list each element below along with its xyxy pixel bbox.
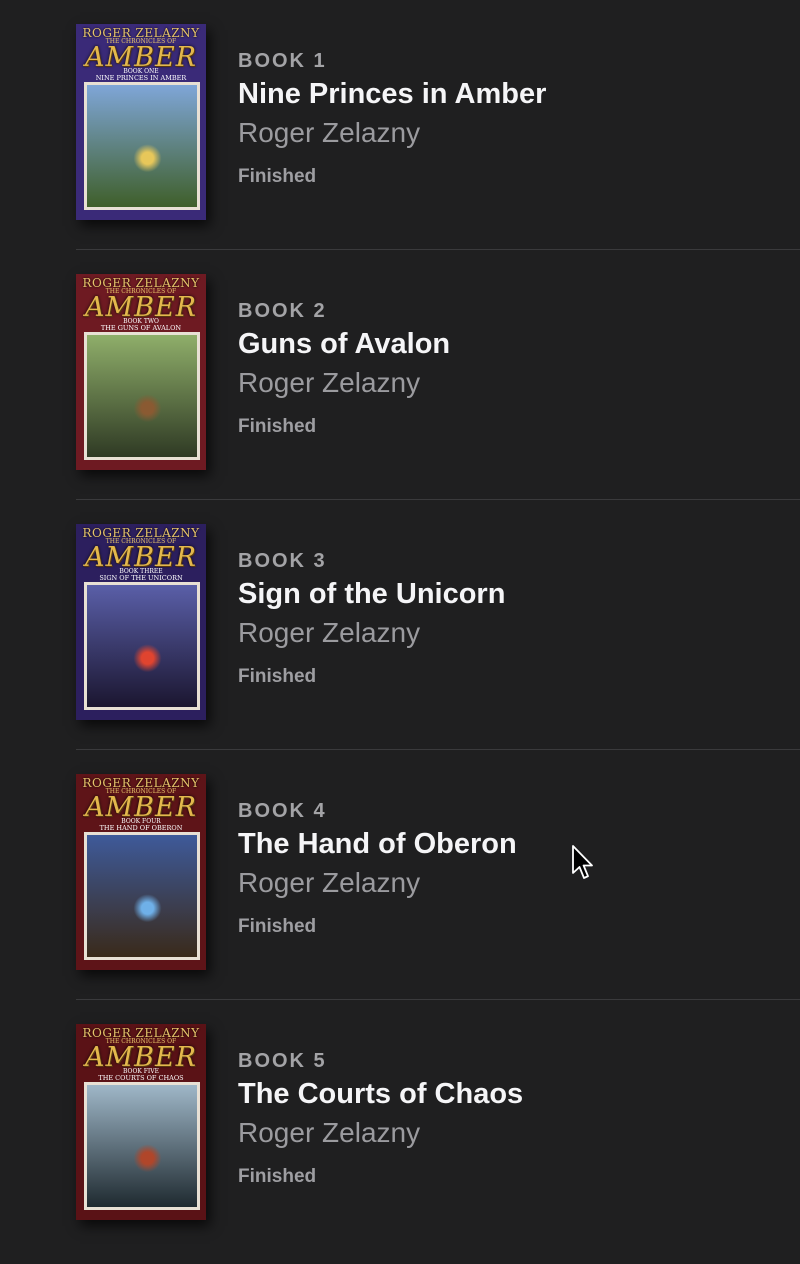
book-meta: BOOK 2 Guns of Avalon Roger Zelazny Fini… bbox=[238, 298, 450, 439]
book-title[interactable]: Sign of the Unicorn bbox=[238, 576, 505, 612]
book-meta: BOOK 1 Nine Princes in Amber Roger Zelaz… bbox=[238, 48, 546, 189]
book-meta: BOOK 3 Sign of the Unicorn Roger Zelazny… bbox=[238, 548, 505, 689]
book-status: Finished bbox=[238, 666, 317, 687]
cover-art bbox=[84, 582, 200, 710]
cover-art bbox=[84, 332, 200, 460]
book-status: Finished bbox=[238, 166, 317, 187]
book-series-list: ROGER ZELAZNY THE CHRONICLES OF AMBER BO… bbox=[0, 0, 800, 1264]
book-cover[interactable]: ROGER ZELAZNY THE CHRONICLES OF AMBER BO… bbox=[76, 524, 206, 720]
cover-art bbox=[84, 82, 200, 210]
book-meta: BOOK 5 The Courts of Chaos Roger Zelazny… bbox=[238, 1048, 523, 1189]
book-row[interactable]: ROGER ZELAZNY THE CHRONICLES OF AMBER BO… bbox=[76, 750, 800, 1000]
book-author[interactable]: Roger Zelazny bbox=[238, 865, 517, 901]
book-number-label: BOOK 3 bbox=[238, 550, 327, 572]
cover-art bbox=[84, 1082, 200, 1210]
book-row[interactable]: ROGER ZELAZNY THE CHRONICLES OF AMBER BO… bbox=[76, 250, 800, 500]
book-number-label: BOOK 1 bbox=[238, 50, 327, 72]
cover-subtitle-text: NINE PRINCES IN AMBER bbox=[95, 74, 187, 82]
arrow-cursor-icon bbox=[572, 845, 593, 879]
book-status: Finished bbox=[238, 416, 317, 437]
book-number-label: BOOK 5 bbox=[238, 1050, 327, 1072]
book-row[interactable]: ROGER ZELAZNY THE CHRONICLES OF AMBER BO… bbox=[76, 500, 800, 750]
book-row[interactable]: ROGER ZELAZNY THE CHRONICLES OF AMBER BO… bbox=[76, 0, 800, 250]
cover-subtitle-text: THE HAND OF OBERON bbox=[99, 824, 183, 832]
book-cover[interactable]: ROGER ZELAZNY THE CHRONICLES OF AMBER BO… bbox=[76, 1024, 206, 1220]
book-author[interactable]: Roger Zelazny bbox=[238, 115, 546, 151]
book-status: Finished bbox=[238, 916, 317, 937]
book-row[interactable]: ROGER ZELAZNY THE CHRONICLES OF AMBER BO… bbox=[76, 1000, 800, 1250]
book-number-label: BOOK 4 bbox=[238, 800, 327, 822]
book-title[interactable]: The Hand of Oberon bbox=[238, 826, 517, 862]
book-title[interactable]: Guns of Avalon bbox=[238, 326, 450, 362]
book-author[interactable]: Roger Zelazny bbox=[238, 615, 505, 651]
book-author[interactable]: Roger Zelazny bbox=[238, 1115, 523, 1151]
book-title[interactable]: Nine Princes in Amber bbox=[238, 76, 546, 112]
book-cover[interactable]: ROGER ZELAZNY THE CHRONICLES OF AMBER BO… bbox=[76, 774, 206, 970]
cover-subtitle-text: THE COURTS OF CHAOS bbox=[98, 1074, 184, 1082]
cover-subtitle-text: THE GUNS OF AVALON bbox=[100, 324, 182, 332]
cover-subtitle-text: SIGN OF THE UNICORN bbox=[99, 574, 183, 582]
cover-art bbox=[84, 832, 200, 960]
book-meta: BOOK 4 The Hand of Oberon Roger Zelazny … bbox=[238, 798, 517, 939]
book-number-label: BOOK 2 bbox=[238, 300, 327, 322]
book-title[interactable]: The Courts of Chaos bbox=[238, 1076, 523, 1112]
book-author[interactable]: Roger Zelazny bbox=[238, 365, 450, 401]
book-status: Finished bbox=[238, 1166, 317, 1187]
book-cover[interactable]: ROGER ZELAZNY THE CHRONICLES OF AMBER BO… bbox=[76, 24, 206, 220]
book-cover[interactable]: ROGER ZELAZNY THE CHRONICLES OF AMBER BO… bbox=[76, 274, 206, 470]
